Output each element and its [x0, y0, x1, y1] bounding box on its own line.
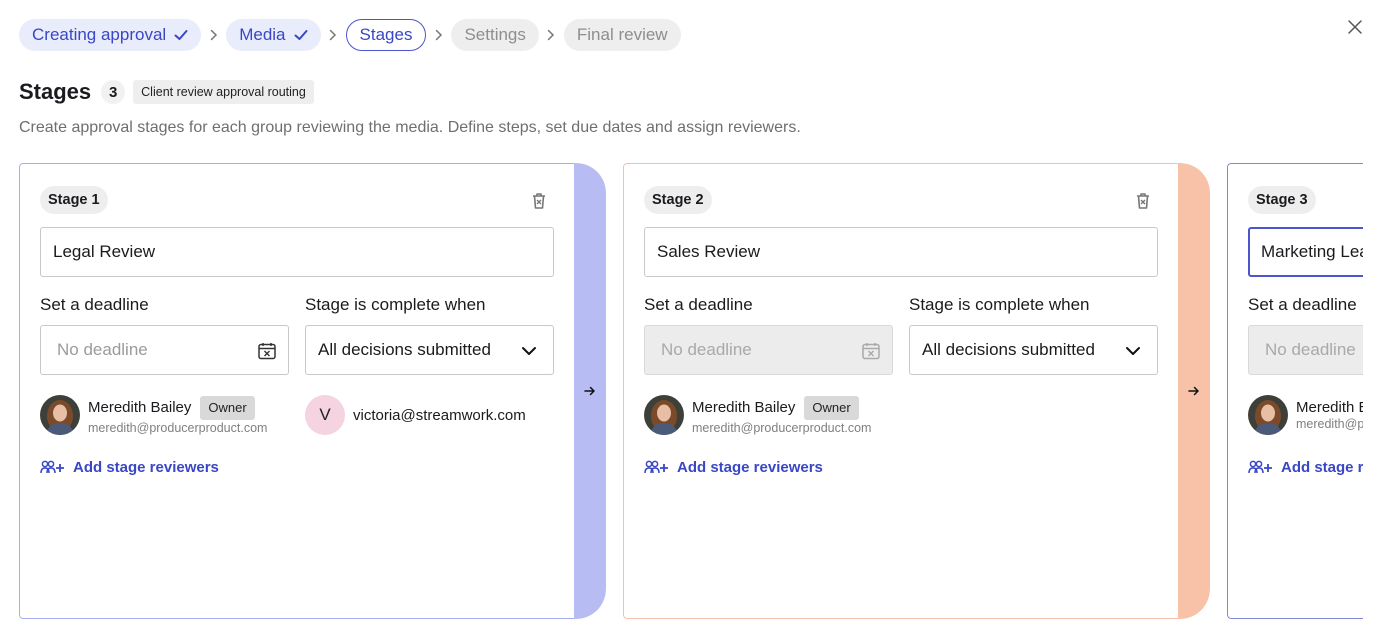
add-stage-reviewers-button[interactable]: Add stage reviewers — [644, 458, 823, 476]
check-icon — [174, 30, 188, 40]
stage-card-3: Stage 3 Set a deadline No deadline Mered… — [1227, 163, 1363, 619]
complete-when-value: All decisions submitted — [922, 340, 1095, 359]
stage-name-input[interactable] — [644, 227, 1158, 277]
stages-scroll-area[interactable]: Stage 1 Set a deadline Stage is complete… — [19, 163, 1363, 638]
reviewer-item: Meredith Bailey meredith@producerproduct… — [1248, 395, 1363, 435]
deadline-picker[interactable]: No deadline — [1248, 325, 1363, 375]
step-creating-approval[interactable]: Creating approval — [19, 19, 202, 51]
step-label: Settings — [464, 25, 526, 44]
stage-chip: Stage 2 — [644, 186, 712, 214]
stage-connector[interactable] — [574, 163, 606, 619]
chevron-right-icon — [321, 29, 346, 41]
step-label: Stages — [359, 25, 413, 44]
reviewer-name: Meredith Bailey — [88, 399, 192, 416]
arrow-right-icon — [584, 386, 595, 396]
deadline-placeholder: No deadline — [1265, 340, 1356, 359]
arrow-right-icon — [1188, 386, 1199, 396]
add-reviewers-label: Add stage reviewers — [1281, 458, 1363, 476]
deadline-label: Set a deadline — [40, 295, 149, 314]
stage-card-2: Stage 2 Set a deadline Stage is complete… — [623, 163, 1210, 619]
step-stages[interactable]: Stages — [345, 19, 427, 51]
stage-card-body: Stage 2 Set a deadline Stage is complete… — [623, 163, 1179, 619]
add-users-icon — [40, 460, 64, 474]
complete-when-label: Stage is complete when — [909, 295, 1090, 314]
add-users-icon — [1248, 460, 1272, 474]
stage-chip: Stage 3 — [1248, 186, 1316, 214]
deadline-picker[interactable]: No deadline — [644, 325, 893, 375]
page-title: Stages — [19, 79, 92, 104]
reviewer-email: meredith@producerproduct.com — [692, 420, 872, 435]
close-icon — [1348, 20, 1362, 34]
calendar-x-icon — [258, 343, 276, 360]
stage-name-input[interactable] — [1248, 227, 1363, 277]
approval-name-tag: Client review approval routing — [133, 80, 314, 104]
step-media[interactable]: Media — [226, 19, 321, 51]
page-header: Stages 3 Client review approval routing — [19, 79, 314, 105]
step-label: Creating approval — [32, 25, 167, 44]
step-label: Final review — [576, 25, 668, 44]
reviewer-email: victoria@streamwork.com — [353, 406, 526, 424]
deadline-placeholder: No deadline — [661, 340, 752, 359]
reviewer-item: V victoria@streamwork.com — [305, 395, 526, 435]
chevron-right-icon — [426, 29, 451, 41]
complete-when-value: All decisions submitted — [318, 340, 491, 359]
reviewer-email: meredith@producerproduct.com — [1296, 417, 1363, 431]
deadline-label: Set a deadline — [644, 295, 753, 314]
avatar — [644, 395, 684, 435]
step-final-review[interactable]: Final review — [563, 19, 681, 51]
chevron-right-icon — [201, 29, 226, 41]
stage-card-1: Stage 1 Set a deadline Stage is complete… — [19, 163, 606, 619]
breadcrumb: Creating approval Media Stages Settings … — [19, 19, 681, 51]
complete-when-label: Stage is complete when — [305, 295, 486, 314]
owner-badge: Owner — [200, 395, 255, 420]
avatar — [1248, 395, 1288, 435]
stage-name-input[interactable] — [40, 227, 554, 277]
avatar: V — [305, 395, 345, 435]
chevron-down-icon — [1126, 347, 1140, 355]
chevron-right-icon — [539, 29, 564, 41]
trash-icon[interactable] — [530, 191, 548, 210]
step-label: Media — [239, 25, 286, 44]
stage-connector[interactable] — [1178, 163, 1210, 619]
owner-badge: Owner — [804, 395, 859, 420]
add-users-icon — [644, 460, 668, 474]
add-reviewers-label: Add stage reviewers — [677, 458, 823, 476]
complete-when-select[interactable]: All decisions submitted — [909, 325, 1158, 375]
step-settings[interactable]: Settings — [451, 19, 539, 51]
stage-card-body: Stage 3 Set a deadline No deadline Mered… — [1227, 163, 1363, 619]
add-reviewers-label: Add stage reviewers — [73, 458, 219, 476]
trash-icon[interactable] — [1134, 191, 1152, 210]
reviewer-item: Meredith Bailey Owner meredith@producerp… — [40, 395, 267, 435]
page-subtitle: Create approval stages for each group re… — [19, 119, 801, 136]
close-button[interactable] — [1345, 17, 1365, 37]
stage-chip: Stage 1 — [40, 186, 108, 214]
deadline-picker[interactable]: No deadline — [40, 325, 289, 375]
complete-when-select[interactable]: All decisions submitted — [305, 325, 554, 375]
deadline-label: Set a deadline — [1248, 295, 1357, 314]
add-stage-reviewers-button[interactable]: Add stage reviewers — [1248, 458, 1363, 476]
reviewer-name: Meredith Bailey — [692, 399, 796, 416]
stage-card-body: Stage 1 Set a deadline Stage is complete… — [19, 163, 575, 619]
reviewer-item: Meredith Bailey Owner meredith@producerp… — [644, 395, 871, 435]
avatar — [40, 395, 80, 435]
deadline-placeholder: No deadline — [57, 340, 148, 359]
reviewer-name: Meredith Bailey — [1296, 399, 1363, 416]
reviewer-email: meredith@producerproduct.com — [88, 420, 268, 435]
calendar-x-icon — [862, 343, 880, 360]
chevron-down-icon — [522, 347, 536, 355]
stage-count-badge: 3 — [101, 80, 126, 104]
add-stage-reviewers-button[interactable]: Add stage reviewers — [40, 458, 219, 476]
check-icon — [294, 30, 308, 40]
